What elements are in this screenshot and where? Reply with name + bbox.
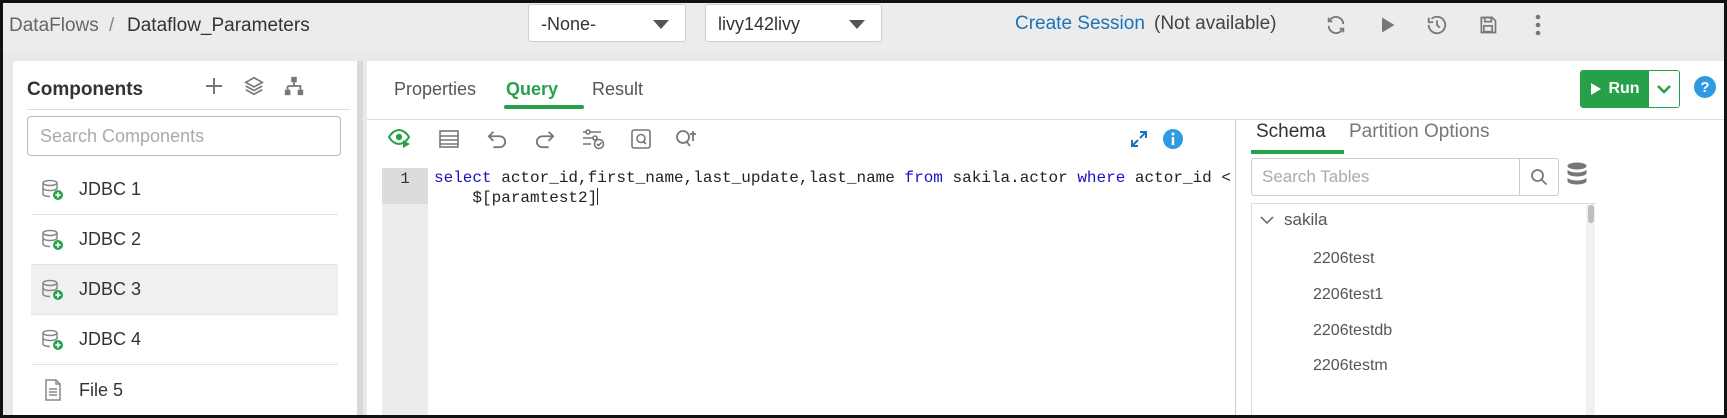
app-window: DataFlows / Dataflow_Parameters -None- l…: [0, 0, 1727, 418]
livy-select-value: livy142livy: [718, 14, 801, 34]
run-button-group: Run: [1580, 70, 1680, 108]
search-tables-input[interactable]: [1251, 158, 1519, 196]
line-number: 1: [382, 168, 428, 204]
list-item[interactable]: JDBC 1: [31, 165, 338, 215]
add-icon[interactable]: [201, 73, 227, 99]
livy-select[interactable]: livy142livy: [705, 4, 882, 42]
layers-icon[interactable]: [241, 73, 267, 99]
tree-database-node[interactable]: sakila: [1260, 210, 1327, 230]
editor-gutter: 1: [382, 168, 428, 415]
redo-icon[interactable]: [530, 124, 560, 154]
hierarchy-icon[interactable]: [281, 73, 307, 99]
none-select-value: -None-: [541, 14, 597, 34]
table-item[interactable]: 2206test: [1313, 250, 1374, 268]
help-icon[interactable]: ?: [1694, 76, 1716, 98]
tab-result[interactable]: Result: [592, 79, 643, 100]
expand-icon[interactable]: [1124, 124, 1154, 154]
query-icon[interactable]: [626, 124, 656, 154]
save-icon[interactable]: [1474, 11, 1502, 39]
tab-query[interactable]: Query: [506, 79, 558, 100]
divider: [367, 119, 1724, 120]
play-icon: [1591, 83, 1602, 95]
list-item[interactable]: JDBC 3: [31, 265, 338, 315]
session-status-text: (Not available): [1154, 13, 1277, 34]
run-options-button[interactable]: [1649, 71, 1679, 107]
sql-keyword: select: [434, 169, 492, 187]
search-button[interactable]: [1519, 158, 1559, 196]
tab-properties[interactable]: Properties: [394, 79, 476, 100]
divider: [27, 109, 350, 110]
database-add-icon: [41, 278, 65, 302]
database-add-icon: [41, 178, 65, 202]
components-panel: Components JDBC 1 JDBC 2: [13, 61, 361, 415]
query-settings-icon[interactable]: [672, 124, 702, 154]
active-tab-indicator: [504, 105, 584, 109]
list-item[interactable]: JDBC 2: [31, 215, 338, 265]
active-tab-indicator: [1251, 150, 1344, 154]
create-session-link[interactable]: Create Session: [1015, 13, 1145, 35]
tree-scrollbar[interactable]: [1586, 204, 1595, 415]
table-item[interactable]: 2206testdb: [1313, 322, 1392, 340]
database-icon[interactable]: [1566, 162, 1592, 190]
chevron-down-icon: [849, 20, 865, 29]
sql-keyword: where: [1077, 169, 1126, 187]
database-add-icon: [41, 328, 65, 352]
sql-condition: actor_id <: [1125, 169, 1231, 187]
components-title: Components: [27, 79, 144, 100]
table-icon[interactable]: [434, 124, 464, 154]
code-editor[interactable]: 1 select actor_id,first_name,last_update…: [382, 168, 1234, 415]
list-item-label: JDBC 4: [79, 329, 142, 349]
undo-icon[interactable]: [482, 124, 512, 154]
sql-parameter: $[paramtest2]: [434, 189, 598, 207]
tab-schema[interactable]: Schema: [1256, 121, 1326, 143]
info-icon[interactable]: [1158, 124, 1188, 154]
search-components-input[interactable]: [27, 116, 341, 156]
tab-partition-options[interactable]: Partition Options: [1349, 121, 1489, 143]
list-item[interactable]: JDBC 4: [31, 315, 338, 365]
search-icon: [1531, 169, 1548, 186]
more-vert-icon[interactable]: [1524, 11, 1552, 39]
chevron-down-icon: [1657, 85, 1671, 94]
run-button[interactable]: Run: [1581, 71, 1649, 107]
settings-check-icon[interactable]: [578, 124, 608, 154]
database-add-icon: [41, 228, 65, 252]
preview-icon[interactable]: [385, 124, 415, 154]
run-button-label: Run: [1608, 80, 1640, 97]
table-item[interactable]: 2206testm: [1313, 357, 1388, 375]
sql-keyword: from: [904, 169, 943, 187]
panel-scrollbar[interactable]: [357, 61, 363, 415]
list-item-label: JDBC 1: [79, 179, 142, 199]
refresh-icon[interactable]: [1322, 11, 1350, 39]
table-item[interactable]: 2206test1: [1313, 286, 1383, 304]
list-item-label: File 5: [79, 379, 124, 400]
schema-tree: sakila 2206test 2206test1 2206testdb 220…: [1251, 203, 1595, 415]
list-item[interactable]: File 5: [31, 365, 338, 415]
breadcrumb-current: Dataflow_Parameters: [127, 15, 310, 36]
top-bar: DataFlows / Dataflow_Parameters -None- l…: [3, 3, 1724, 51]
main-panel: Properties Query Result Run ? 1 select a…: [367, 61, 1724, 415]
play-icon[interactable]: [1373, 11, 1401, 39]
chevron-down-icon: [653, 20, 669, 29]
history-icon[interactable]: [1423, 11, 1451, 39]
pane-splitter[interactable]: [1235, 120, 1236, 415]
list-item-label: JDBC 3: [79, 279, 142, 299]
file-icon: [41, 378, 65, 402]
none-select[interactable]: -None-: [528, 4, 686, 42]
components-list: JDBC 1 JDBC 2 JDBC 3 JDBC 4 File 5: [31, 165, 338, 415]
code-text[interactable]: select actor_id,first_name,last_update,l…: [434, 169, 1231, 208]
list-item-label: JDBC 2: [79, 229, 142, 249]
text-cursor: [597, 188, 599, 205]
chevron-down-icon: [1260, 216, 1274, 225]
sql-table: sakila.actor: [942, 169, 1078, 187]
scrollbar-thumb[interactable]: [1588, 205, 1594, 223]
breadcrumb-root-link[interactable]: DataFlows: [9, 15, 99, 37]
database-name: sakila: [1284, 210, 1328, 229]
breadcrumb-separator: /: [109, 15, 115, 36]
sql-columns: actor_id,first_name,last_update,last_nam…: [491, 169, 905, 187]
